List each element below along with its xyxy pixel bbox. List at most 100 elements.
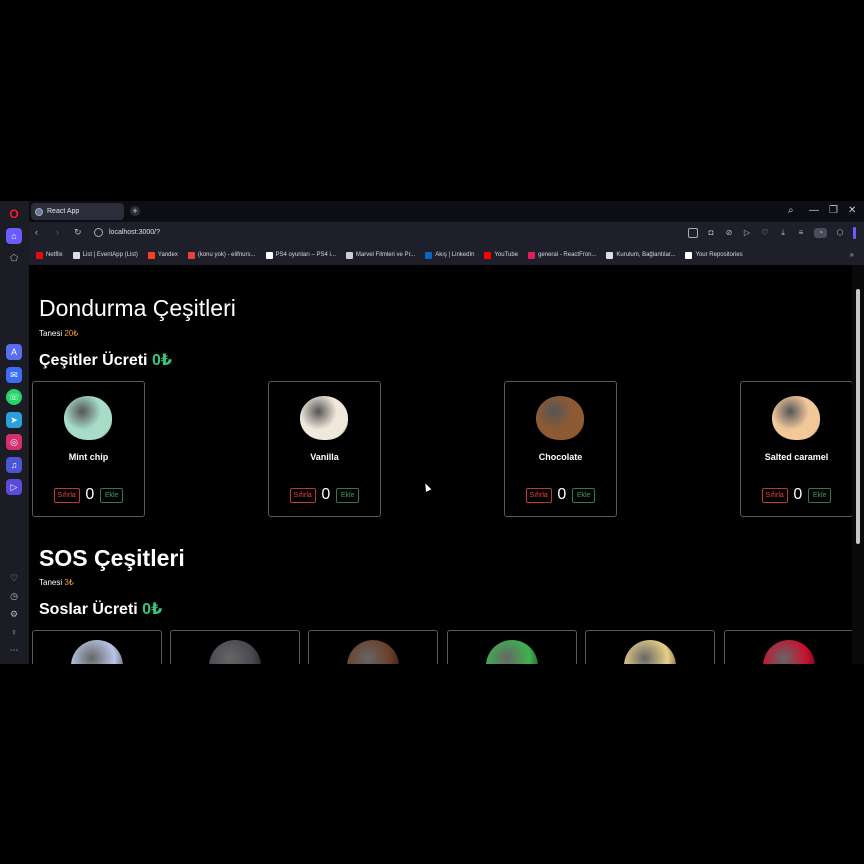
bookmark-item[interactable]: (konu yok) - elifnurs... xyxy=(187,251,256,259)
sauce-card xyxy=(724,630,852,664)
opera-logo-icon[interactable]: O xyxy=(6,206,22,222)
bookmark-item[interactable]: List | EventApp (List) xyxy=(72,251,138,259)
ice-cream-image xyxy=(300,396,348,440)
tab-title: React App xyxy=(47,208,80,215)
whatsapp-icon[interactable]: ☏ xyxy=(6,389,22,405)
pin-icon[interactable]: ♀ xyxy=(6,624,22,640)
ice-cream-card: Chocolate Sıfırla 0 Ekle xyxy=(504,381,617,517)
sauce-image xyxy=(347,640,399,664)
reset-button[interactable]: Sıfırla xyxy=(289,487,316,503)
bookmark-label: Marvel Filmleri ve Pr... xyxy=(355,252,416,258)
back-icon[interactable]: ‹ xyxy=(35,227,38,237)
ice-cream-name: Vanilla xyxy=(310,452,339,462)
bookmark-item[interactable]: Yandex xyxy=(147,251,178,259)
browser-window: O ⌂ ⬠ A ✉ ☏ ➤ ◎ ♫ ▷ ♡ ◷ ⚙ ♀ ⋯ React App … xyxy=(0,201,864,664)
ice-cream-card: Mint chip Sıfırla 0 Ekle xyxy=(32,381,145,517)
ice-cream-name: Salted caramel xyxy=(764,452,829,462)
minimize-icon[interactable]: — xyxy=(809,205,819,216)
scrollbar-thumb[interactable] xyxy=(856,289,860,544)
quantity-count: 0 xyxy=(321,486,331,503)
bookmark-item[interactable]: Netflix xyxy=(36,251,63,259)
music-player-icon[interactable]: ♫ xyxy=(6,457,22,473)
heart-icon[interactable]: ♡ xyxy=(6,570,22,586)
address-input[interactable]: localhost:3000/? xyxy=(109,229,160,236)
quantity-controls: Sıfırla 0 Ekle xyxy=(33,486,144,504)
bookmark-item[interactable]: PS4 oyunları – PS4 i... xyxy=(265,251,336,259)
bookmark-favicon-icon xyxy=(187,251,195,259)
history-icon[interactable]: ◷ xyxy=(6,588,22,604)
page-viewport: Dondurma Çeşitleri Tanesi 20₺ Çeşitler Ü… xyxy=(29,265,852,664)
new-tab-button[interactable]: + xyxy=(130,206,140,216)
sauce-image xyxy=(71,640,123,664)
sauce-image xyxy=(624,640,676,664)
bookmark-label: Yandex xyxy=(157,252,178,258)
quantity-count: 0 xyxy=(85,486,95,503)
reset-button[interactable]: Sıfırla xyxy=(761,487,788,503)
favorites-icon[interactable]: ♡ xyxy=(760,228,770,238)
add-button[interactable]: Ekle xyxy=(571,487,596,503)
home-icon[interactable]: ⌂ xyxy=(6,228,22,244)
forward-icon[interactable]: › xyxy=(56,227,59,237)
bookmarks-bar: Netflix List | EventApp (List) Yandex (konu… xyxy=(29,245,864,265)
bookmark-favicon-icon xyxy=(147,251,155,259)
settings-icon[interactable]: ⚙ xyxy=(6,606,22,622)
share-icon[interactable] xyxy=(688,228,698,238)
profile-icon[interactable]: ◔ xyxy=(814,228,827,238)
bookmark-favicon-icon xyxy=(345,251,353,259)
tab-react-app[interactable]: React App xyxy=(31,203,124,220)
reset-button[interactable]: Sıfırla xyxy=(525,487,552,503)
bookmark-label: List | EventApp (List) xyxy=(82,252,138,258)
easy-setup-icon[interactable]: ≡ xyxy=(796,228,806,238)
ice-cream-name: Mint chip xyxy=(68,452,109,462)
globe-icon xyxy=(35,207,43,216)
bookmark-label: general - ReactFron... xyxy=(538,252,597,258)
ice-cream-image xyxy=(536,396,584,440)
add-button[interactable]: Ekle xyxy=(335,487,360,503)
sauce-card xyxy=(170,630,300,664)
bookmark-favicon-icon xyxy=(484,251,492,259)
quantity-controls: Sıfırla 0 Ekle xyxy=(269,486,380,504)
bookmarks-overflow-icon[interactable]: » xyxy=(850,250,854,259)
close-icon[interactable]: ✕ xyxy=(848,205,856,216)
instagram-icon[interactable]: ◎ xyxy=(6,434,22,450)
sauce-total: Soslar Ücreti 0₺ xyxy=(39,599,162,619)
ice-cream-card: Salted caramel Sıfırla 0 Ekle xyxy=(740,381,852,517)
adblock-icon[interactable]: ⊘ xyxy=(724,228,734,238)
site-info-icon[interactable] xyxy=(94,228,103,237)
more-icon[interactable]: ⋯ xyxy=(6,642,22,658)
search-icon[interactable]: ⌕ xyxy=(788,205,794,216)
restore-icon[interactable]: ❐ xyxy=(829,205,838,216)
bookmark-item[interactable]: Your Repositories xyxy=(685,251,743,259)
add-button[interactable]: Ekle xyxy=(99,487,124,503)
aria-icon[interactable]: A xyxy=(6,344,22,360)
sauce-title: SOS Çeşitleri xyxy=(39,545,185,571)
bookmark-item[interactable]: Kurulum, Bağlantılar... xyxy=(606,251,675,259)
speed-dial-icon[interactable]: ⬠ xyxy=(6,250,22,266)
sauce-image xyxy=(486,640,538,664)
bookmark-label: YouTube xyxy=(494,252,519,258)
ice-cream-name: Chocolate xyxy=(538,452,583,462)
bookmark-item[interactable]: YouTube xyxy=(484,251,519,259)
scrollbar[interactable] xyxy=(852,265,864,664)
ice-cream-card: Vanilla Sıfırla 0 Ekle xyxy=(268,381,381,517)
sauce-card xyxy=(32,630,162,664)
bookmark-item[interactable]: general - ReactFron... xyxy=(528,251,597,259)
messenger-icon[interactable]: ✉ xyxy=(6,367,22,383)
quantity-controls: Sıfırla 0 Ekle xyxy=(505,486,616,504)
play-icon[interactable]: ▷ xyxy=(742,228,752,238)
extensions-icon[interactable]: ⬡ xyxy=(835,228,845,238)
bookmark-item[interactable]: Marvel Filmleri ve Pr... xyxy=(345,251,416,259)
player-icon[interactable]: ▷ xyxy=(6,479,22,495)
reset-button[interactable]: Sıfırla xyxy=(53,487,80,503)
reload-icon[interactable]: ↻ xyxy=(74,227,82,238)
sauce-image xyxy=(209,640,261,664)
ice-cream-image xyxy=(64,396,112,440)
download-icon[interactable]: ⤓ xyxy=(778,228,788,238)
bookmark-item[interactable]: Akış | LinkedIn xyxy=(425,251,474,259)
bookmark-favicon-icon xyxy=(528,251,536,259)
add-button[interactable]: Ekle xyxy=(807,487,832,503)
telegram-icon[interactable]: ➤ xyxy=(6,412,22,428)
unit-label: Tanesi xyxy=(39,329,63,338)
camera-icon[interactable]: ◘ xyxy=(706,228,716,238)
opera-sidebar: O ⌂ ⬠ A ✉ ☏ ➤ ◎ ♫ ▷ ♡ ◷ ⚙ ♀ ⋯ xyxy=(0,201,29,664)
